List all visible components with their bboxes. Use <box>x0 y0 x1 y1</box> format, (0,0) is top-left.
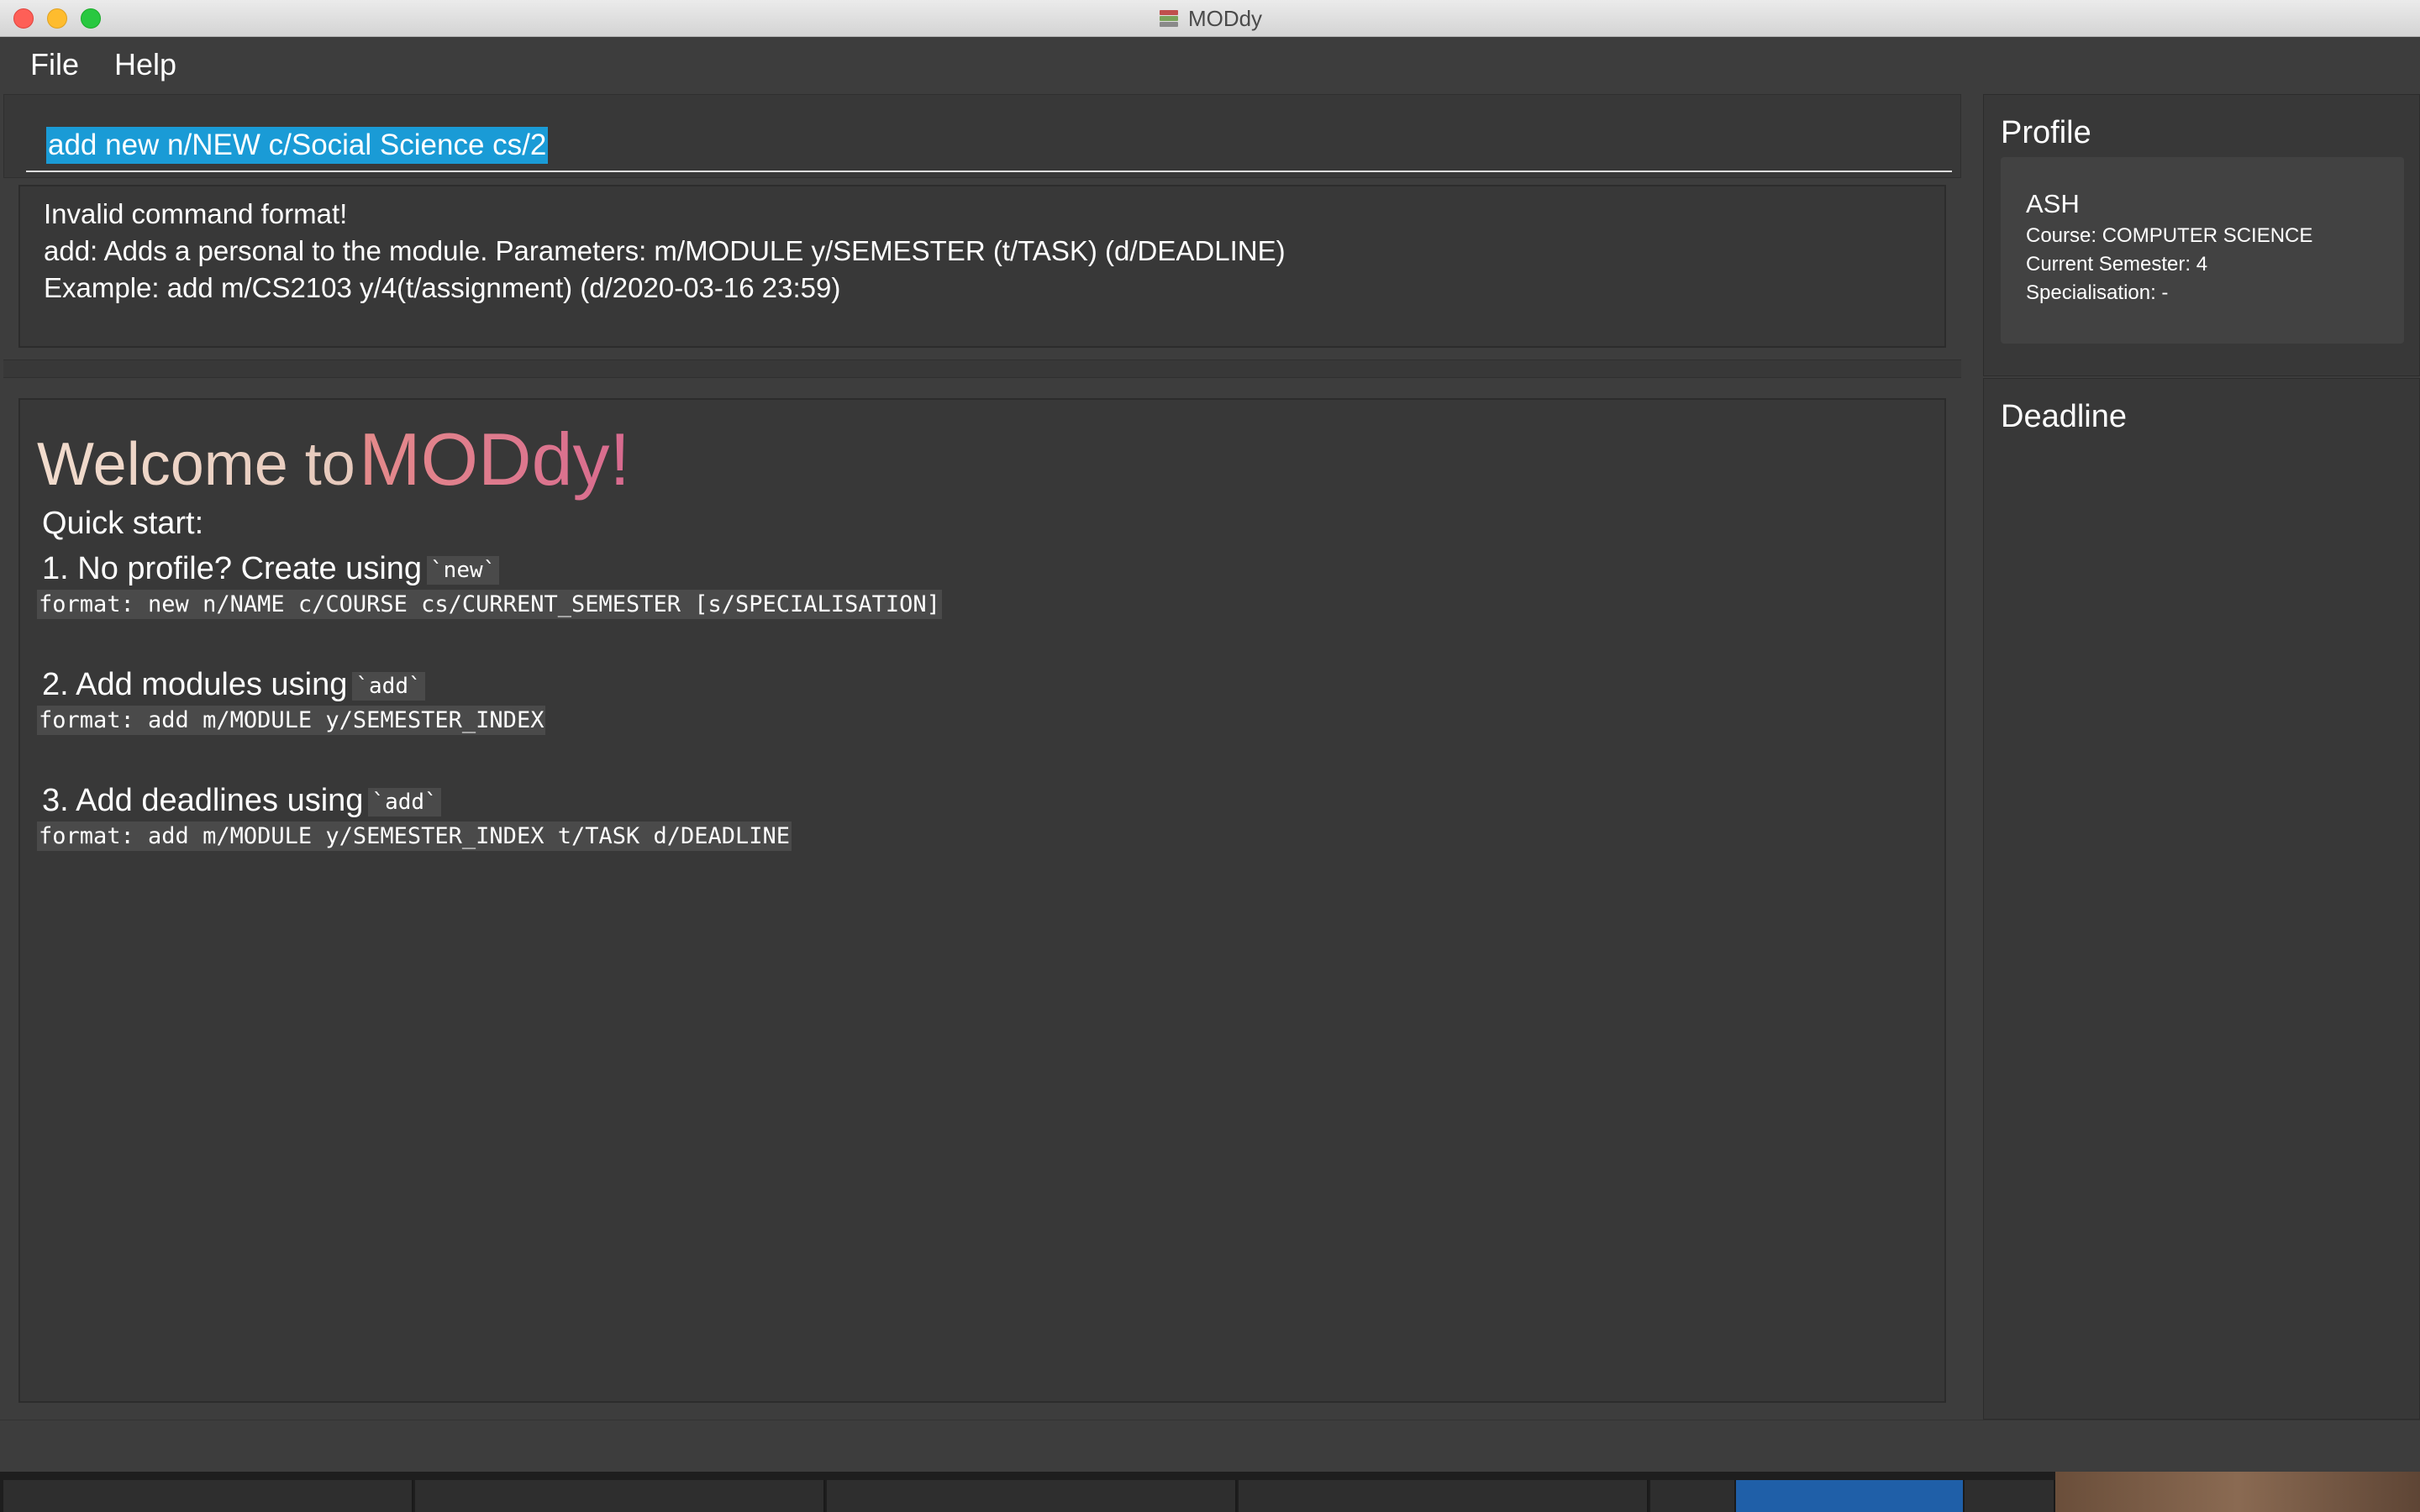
step-text: 3. Add deadlines using <box>42 783 364 818</box>
dock-item-active[interactable] <box>1736 1480 1965 1512</box>
step-format: format: new n/NAME c/COURSE cs/CURRENT_S… <box>37 590 942 619</box>
step-format: format: add m/MODULE y/SEMESTER_INDEX t/… <box>37 822 792 851</box>
dock-item[interactable] <box>1239 1480 1649 1512</box>
panel-divider <box>3 360 1961 378</box>
welcome-lead: Welcome to <box>37 431 355 498</box>
dock-item[interactable] <box>1965 1480 2055 1512</box>
app-books-icon <box>1158 8 1180 29</box>
quick-start-label: Quick start: <box>42 506 204 541</box>
welcome-brand: MODdy! <box>359 417 630 501</box>
profile-title: Profile <box>2001 115 2091 150</box>
profile-specialisation: Specialisation: - <box>2026 281 2169 304</box>
dock-item[interactable] <box>827 1480 1237 1512</box>
step-text: 2. Add modules using <box>42 667 348 702</box>
dock-item[interactable] <box>415 1480 825 1512</box>
profile-course: Course: COMPUTER SCIENCE <box>2026 224 2313 247</box>
menu-file[interactable]: File <box>0 47 96 82</box>
result-line: Invalid command format! <box>44 198 348 229</box>
profile-panel: Profile ASH Course: COMPUTER SCIENCE Cur… <box>1983 94 2420 376</box>
step-format: format: add m/MODULE y/SEMESTER_INDEX <box>37 706 546 735</box>
dock-item[interactable] <box>3 1480 413 1512</box>
step-1: 1. No profile? Create using `new` <box>42 551 500 587</box>
result-line: add: Adds a personal to the module. Para… <box>44 235 1286 266</box>
welcome-panel: Welcome to MODdy! Quick start: 1. No pro… <box>18 398 1946 1403</box>
sidebar: Profile ASH Course: COMPUTER SCIENCE Cur… <box>1983 94 2420 1420</box>
desktop-wallpaper <box>2055 1472 2420 1512</box>
welcome-heading: Welcome to MODdy! <box>37 417 630 502</box>
step-3: 3. Add deadlines using `add` <box>42 783 441 819</box>
command-input-text[interactable]: add new n/NEW c/Social Science cs/2 <box>46 127 549 164</box>
command-input[interactable]: add new n/NEW c/Social Science cs/2 <box>26 113 1952 172</box>
menu-bar: File Help <box>0 37 2420 92</box>
result-line: Example: add m/CS2103 y/4(t/assignment) … <box>44 272 841 303</box>
deadline-panel: Deadline <box>1983 378 2420 1420</box>
step-command-tag: `add` <box>368 787 441 816</box>
profile-name: ASH <box>2026 189 2080 218</box>
profile-semester: Current Semester: 4 <box>2026 253 2208 276</box>
step-2: 2. Add modules using `add` <box>42 667 425 703</box>
dock-item[interactable] <box>1650 1480 1736 1512</box>
deadline-title: Deadline <box>2001 399 2127 434</box>
title-wrap: MODdy <box>0 0 2420 37</box>
step-command-tag: `new` <box>427 555 500 585</box>
step-command-tag: `add` <box>352 671 425 701</box>
window-title: MODdy <box>1187 5 1263 31</box>
status-bar <box>0 1420 2420 1473</box>
title-bar: MODdy <box>0 0 2420 37</box>
step-text: 1. No profile? Create using <box>42 551 423 586</box>
menu-help[interactable]: Help <box>96 47 193 82</box>
command-box: add new n/NEW c/Social Science cs/2 <box>3 94 1961 178</box>
profile-card: ASH Course: COMPUTER SCIENCE Current Sem… <box>2001 157 2404 344</box>
result-display: Invalid command format! add: Adds a pers… <box>18 185 1946 348</box>
